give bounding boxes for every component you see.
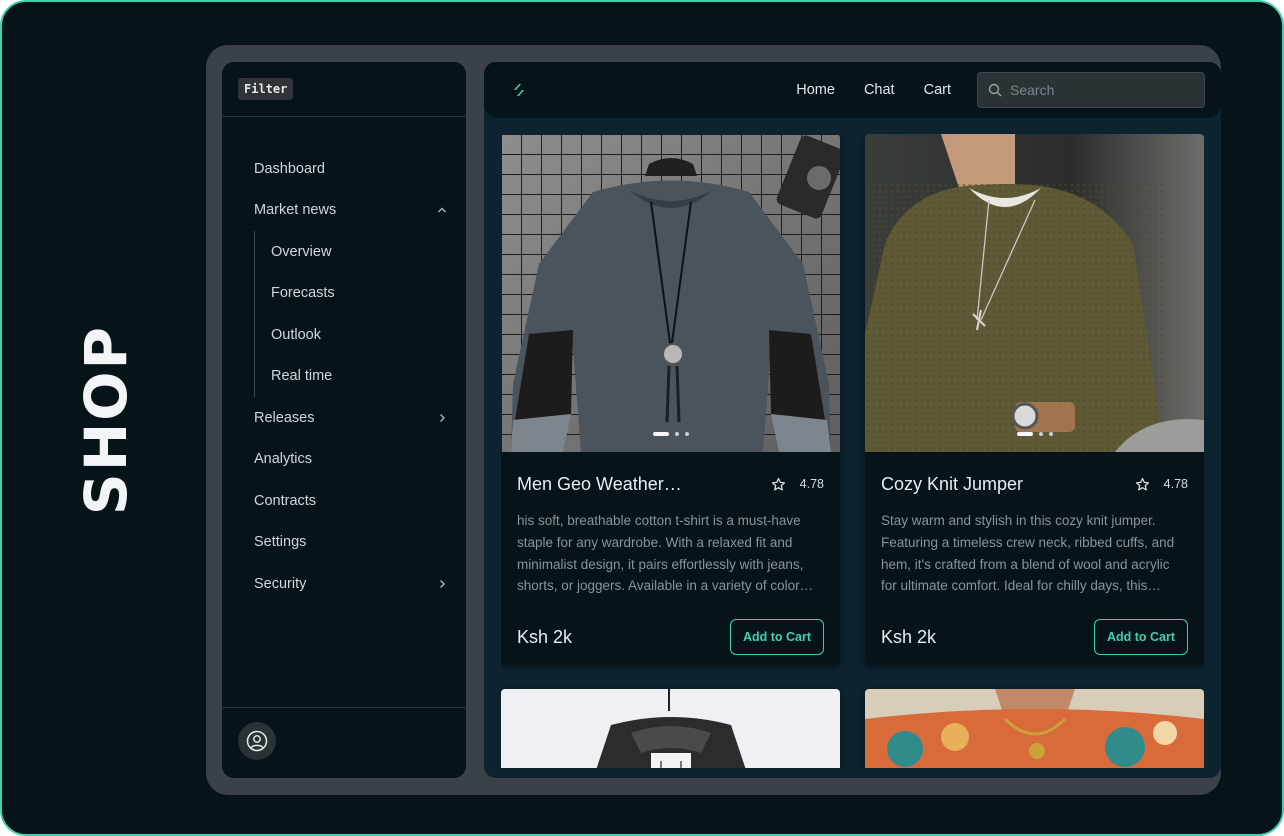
product-image[interactable] [865, 134, 1204, 452]
product-description: his soft, breathable cotton t-shirt is a… [517, 513, 814, 594]
sidebar-subitem-label: Forecasts [271, 285, 335, 302]
carousel-dot[interactable] [684, 432, 689, 436]
sidebar-item-security[interactable]: Security [222, 563, 466, 605]
app-logo-icon[interactable] [510, 81, 528, 99]
product-photo-hoodie [501, 689, 840, 768]
sidebar-item-label: Market news [254, 202, 337, 219]
product-card[interactable]: Cozy Knit Jumper 4.78 Stay warm and styl… [865, 134, 1204, 665]
star-icon[interactable] [771, 477, 786, 492]
product-title[interactable]: Cozy Knit Jumper [881, 474, 1023, 495]
product-description: Stay warm and stylish in this cozy knit … [881, 513, 1175, 594]
search-box [977, 72, 1205, 108]
user-circle-icon [246, 730, 268, 752]
product-card[interactable] [501, 689, 840, 768]
product-photo-sweatshirt [501, 134, 840, 452]
product-photo-shirt [865, 689, 1204, 768]
product-rating: 4.78 [1135, 477, 1188, 492]
sidebar: Filter Dashboard Market news Overview Fo… [222, 62, 466, 778]
sidebar-subitem-overview[interactable]: Overview [255, 231, 466, 273]
sidebar-item-contracts[interactable]: Contracts [222, 480, 466, 522]
sidebar-nav: Dashboard Market news Overview Forecasts… [222, 148, 466, 605]
sidebar-subitem-label: Outlook [271, 326, 321, 343]
sidebar-subitem-forecasts[interactable]: Forecasts [255, 273, 466, 315]
sidebar-item-label: Analytics [254, 451, 313, 468]
carousel-dot[interactable] [674, 432, 679, 436]
main-panel: Home Chat Cart Search Men Geo Weather… 4… [484, 62, 1221, 778]
carousel-dot[interactable] [1048, 432, 1053, 436]
brand-logo: SHOP [72, 324, 140, 516]
nav-link-chat[interactable]: Chat [864, 82, 895, 98]
product-photo-jumper [865, 134, 1204, 452]
sidebar-item-label: Security [254, 575, 307, 592]
sidebar-item-label: Contracts [254, 492, 317, 509]
sidebar-item-market-news[interactable]: Market news [222, 190, 466, 232]
chevron-up-icon [438, 207, 446, 213]
sidebar-item-label: Dashboard [254, 160, 325, 177]
sidebar-divider-bottom [222, 707, 466, 708]
add-to-cart-button[interactable]: Add to Cart [1093, 619, 1188, 655]
product-card-body: Men Geo Weather… 4.78 his soft, breathab… [501, 452, 840, 655]
sidebar-divider-top [222, 116, 466, 117]
star-icon[interactable] [1135, 477, 1150, 492]
carousel-dot[interactable] [1038, 432, 1043, 436]
search-input[interactable] [1010, 82, 1190, 98]
sidebar-subitem-outlook[interactable]: Outlook [255, 314, 466, 356]
market-news-submenu: Overview Forecasts Outlook Real time [254, 231, 466, 397]
chevron-right-icon [440, 413, 445, 422]
nav-link-cart[interactable]: Cart [924, 82, 951, 98]
sidebar-item-analytics[interactable]: Analytics [222, 439, 466, 481]
sidebar-subitem-real-time[interactable]: Real time [255, 356, 466, 398]
rating-value: 4.78 [1163, 477, 1188, 491]
app-frame: SHOP Filter Dashboard Market news Overvi… [0, 0, 1284, 836]
search-icon [988, 83, 1002, 97]
sidebar-item-settings[interactable]: Settings [222, 522, 466, 564]
sidebar-subitem-label: Real time [271, 368, 333, 385]
image-carousel-dots [1016, 432, 1053, 436]
sidebar-subitem-label: Overview [271, 243, 332, 260]
product-card[interactable]: Men Geo Weather… 4.78 his soft, breathab… [501, 134, 840, 665]
product-title[interactable]: Men Geo Weather… [517, 474, 682, 495]
carousel-dot-active[interactable] [1016, 432, 1033, 436]
rating-value: 4.78 [799, 477, 824, 491]
avatar[interactable] [238, 722, 276, 760]
product-card-body: Cozy Knit Jumper 4.78 Stay warm and styl… [865, 452, 1204, 655]
product-title-row: Cozy Knit Jumper 4.78 [881, 472, 1188, 496]
sidebar-item-label: Settings [254, 534, 307, 551]
product-footer: Ksh 2k Add to Cart [881, 619, 1188, 655]
product-image[interactable] [501, 134, 840, 452]
device-shell: Filter Dashboard Market news Overview Fo… [206, 45, 1221, 795]
sidebar-item-label: Releases [254, 409, 315, 426]
product-rating: 4.78 [771, 477, 824, 492]
sidebar-item-releases[interactable]: Releases [222, 397, 466, 439]
product-title-row: Men Geo Weather… 4.78 [517, 472, 824, 496]
top-nav-links: Home Chat Cart [796, 62, 951, 118]
image-carousel-dots [652, 432, 689, 436]
filter-badge[interactable]: Filter [238, 78, 294, 100]
product-price: Ksh 2k [517, 626, 573, 647]
chevron-right-icon [440, 579, 445, 588]
nav-link-home[interactable]: Home [796, 82, 835, 98]
carousel-dot-active[interactable] [652, 432, 669, 436]
sidebar-item-dashboard[interactable]: Dashboard [222, 148, 466, 190]
product-grid: Men Geo Weather… 4.78 his soft, breathab… [501, 134, 1204, 768]
product-price: Ksh 2k [881, 626, 937, 647]
add-to-cart-button[interactable]: Add to Cart [729, 619, 824, 655]
product-footer: Ksh 2k Add to Cart [517, 619, 824, 655]
top-navbar: Home Chat Cart [484, 62, 1221, 118]
product-card[interactable] [865, 689, 1204, 768]
